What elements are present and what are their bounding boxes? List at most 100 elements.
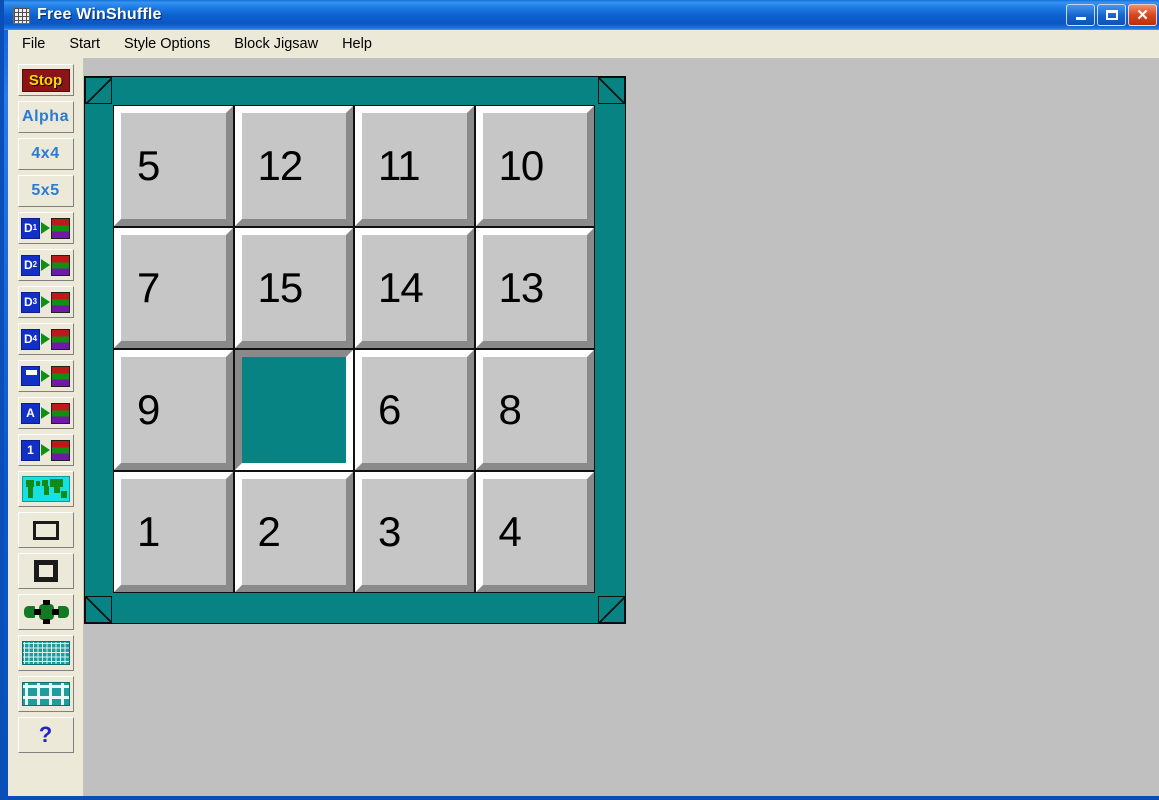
d1-arrow-grid-icon: D1 — [21, 217, 70, 239]
minimize-button[interactable] — [1066, 4, 1095, 26]
puzzle-cell[interactable]: 2 — [234, 472, 353, 592]
empty-slot — [234, 350, 353, 470]
d4-arrow-grid-icon: D4 — [21, 328, 70, 350]
jigsaw-button[interactable] — [17, 594, 74, 630]
puzzle-cell[interactable]: 13 — [475, 228, 594, 348]
square-double-outline-icon — [33, 560, 58, 582]
arrow-right-icon — [41, 407, 50, 419]
minimize-icon — [1075, 17, 1086, 20]
puzzle-cell[interactable]: 3 — [355, 472, 474, 592]
board-corner-bottom-right — [598, 596, 625, 623]
difficulty-4-button[interactable]: D4 — [17, 323, 74, 355]
board-corner-top-right — [598, 77, 625, 104]
arrow-right-icon — [41, 222, 50, 234]
menu-item-help[interactable]: Help — [332, 33, 382, 55]
puzzle-cell[interactable]: 15 — [234, 228, 353, 348]
puzzle-board: 5 12 11 10 7 15 14 13 9 6 8 1 2 3 4 — [84, 76, 626, 624]
board-area: 5 12 11 10 7 15 14 13 9 6 8 1 2 3 4 — [84, 58, 1159, 796]
puzzle-tile[interactable]: 8 — [475, 350, 594, 470]
save-layout-button[interactable] — [17, 360, 74, 392]
size-4x4-label: 4x4 — [31, 145, 60, 162]
square-outline-icon — [32, 520, 59, 540]
size-5x5-button[interactable]: 5x5 — [17, 175, 74, 207]
d2-digit: 2 — [32, 260, 38, 269]
difficulty-3-button[interactable]: D3 — [17, 286, 74, 318]
puzzle-tile[interactable]: 1 — [114, 472, 233, 592]
question-mark-icon: ? — [38, 722, 53, 747]
puzzle-cell[interactable]: 14 — [355, 228, 474, 348]
puzzle-cell[interactable]: 6 — [355, 350, 474, 470]
save-arrow-grid-icon — [21, 365, 70, 387]
application-window: Free WinShuffle ✕ File Start Style Optio… — [0, 0, 1159, 800]
letter-a-icon: A — [21, 402, 40, 424]
difficulty-1-button[interactable]: D1 — [17, 212, 74, 244]
size-4x4-button[interactable]: 4x4 — [17, 138, 74, 170]
puzzle-grid: 5 12 11 10 7 15 14 13 9 6 8 1 2 3 4 — [113, 105, 595, 593]
stop-label: Stop — [21, 68, 70, 92]
puzzle-tile[interactable]: 2 — [234, 472, 353, 592]
floppy-disk-icon — [21, 366, 40, 386]
puzzle-cell[interactable]: 10 — [475, 106, 594, 226]
tile-number: 5 — [137, 142, 160, 189]
alpha-tiles-button[interactable]: A — [17, 397, 74, 429]
puzzle-tile[interactable]: 5 — [114, 106, 233, 226]
puzzle-cell[interactable]: 1 — [114, 472, 233, 592]
puzzle-cell[interactable]: 9 — [114, 350, 233, 470]
help-button[interactable]: ? — [17, 717, 74, 753]
d3-box-icon: D3 — [21, 291, 40, 313]
world-map-button[interactable] — [17, 471, 74, 507]
puzzle-tile[interactable]: 12 — [234, 106, 353, 226]
d2-arrow-grid-icon: D2 — [21, 254, 70, 276]
puzzle-tile[interactable]: 3 — [355, 472, 474, 592]
difficulty-2-button[interactable]: D2 — [17, 249, 74, 281]
puzzle-tile[interactable]: 6 — [355, 350, 474, 470]
menu-item-style-options[interactable]: Style Options — [114, 33, 220, 55]
puzzle-cell[interactable] — [234, 350, 353, 470]
color-grid-icon — [51, 439, 70, 461]
d2-box-icon: D2 — [21, 254, 40, 276]
tile-number: 3 — [378, 508, 401, 555]
board-corner-bottom-left — [85, 596, 112, 623]
arrow-right-icon — [41, 370, 50, 382]
puzzle-tile[interactable]: 9 — [114, 350, 233, 470]
outline-square-button[interactable] — [17, 512, 74, 548]
menu-bar: File Start Style Options Block Jigsaw He… — [8, 30, 1159, 59]
menu-item-block-jigsaw[interactable]: Block Jigsaw — [224, 33, 328, 55]
number-arrow-grid-icon: 1 — [21, 439, 70, 461]
puzzle-tile[interactable]: 14 — [355, 228, 474, 348]
coarse-grid-button[interactable] — [17, 676, 74, 712]
coarse-grid-icon — [21, 682, 70, 706]
arrow-right-icon — [41, 259, 50, 271]
double-square-button[interactable] — [17, 553, 74, 589]
puzzle-cell[interactable]: 7 — [114, 228, 233, 348]
fine-grid-button[interactable] — [17, 635, 74, 671]
menu-item-file[interactable]: File — [12, 33, 55, 55]
close-button[interactable]: ✕ — [1128, 4, 1157, 26]
tile-number: 13 — [498, 264, 545, 311]
puzzle-tile[interactable]: 4 — [475, 472, 594, 592]
menu-item-start[interactable]: Start — [59, 33, 110, 55]
puzzle-cell[interactable]: 4 — [475, 472, 594, 592]
puzzle-tile[interactable]: 11 — [355, 106, 474, 226]
d1-box-icon: D1 — [21, 217, 40, 239]
window-controls: ✕ — [1066, 4, 1157, 26]
puzzle-cell[interactable]: 8 — [475, 350, 594, 470]
puzzle-tile[interactable]: 7 — [114, 228, 233, 348]
puzzle-cell[interactable]: 12 — [234, 106, 353, 226]
d3-digit: 3 — [32, 297, 38, 306]
puzzle-tile[interactable]: 15 — [234, 228, 353, 348]
tile-number: 10 — [498, 142, 545, 189]
number-tiles-button[interactable]: 1 — [17, 434, 74, 466]
alpha-button[interactable]: Alpha — [17, 101, 74, 133]
maximize-button[interactable] — [1097, 4, 1126, 26]
left-toolbar: Stop Alpha 4x4 5x5 D1 D2 D 3 D 4 A 1 ? — [8, 58, 84, 796]
color-grid-icon — [51, 217, 70, 239]
stop-button[interactable]: Stop — [17, 64, 74, 96]
puzzle-tile[interactable]: 10 — [475, 106, 594, 226]
letter-arrow-grid-icon: A — [21, 402, 70, 424]
jigsaw-piece-icon — [21, 600, 70, 624]
puzzle-tile[interactable]: 13 — [475, 228, 594, 348]
puzzle-cell[interactable]: 5 — [114, 106, 233, 226]
puzzle-cell[interactable]: 11 — [355, 106, 474, 226]
arrow-right-icon — [41, 333, 50, 345]
